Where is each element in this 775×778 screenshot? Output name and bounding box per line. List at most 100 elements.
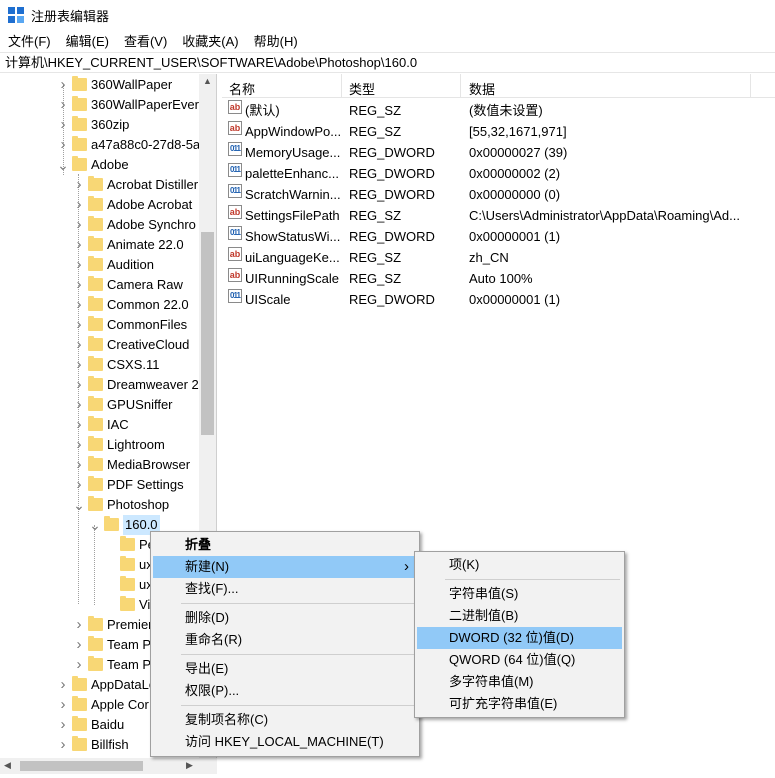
tree-item[interactable]: › 360WallPaper bbox=[0, 75, 216, 95]
tree-item[interactable]: › Adobe Synchro bbox=[0, 215, 216, 235]
value-row[interactable]: ab AppWindowPo... REG_SZ [55,32,1671,971] bbox=[222, 121, 775, 142]
chevron-right-icon[interactable]: › bbox=[72, 435, 86, 455]
menu-item[interactable]: 多字符串值(M) bbox=[417, 671, 622, 693]
menu-item[interactable]: 访问 HKEY_LOCAL_MACHINE(T) bbox=[153, 731, 417, 753]
scroll-up-icon[interactable]: ▲ bbox=[203, 76, 212, 86]
chevron-right-icon[interactable]: › bbox=[72, 415, 86, 435]
chevron-right-icon[interactable]: › bbox=[56, 675, 70, 695]
chevron-right-icon[interactable]: › bbox=[72, 475, 86, 495]
menu-item[interactable]: 可扩充字符串值(E) bbox=[417, 693, 622, 715]
chevron-right-icon[interactable]: › bbox=[72, 315, 86, 335]
tree-item[interactable]: › IAC bbox=[0, 415, 216, 435]
tree-item[interactable]: › MediaBrowser bbox=[0, 455, 216, 475]
tree-item[interactable]: › GPUSniffer bbox=[0, 395, 216, 415]
tree-item[interactable]: › Adobe Acrobat bbox=[0, 195, 216, 215]
chevron-down-icon[interactable]: ⌄ bbox=[72, 495, 86, 515]
value-row[interactable]: 011 ScratchWarnin... REG_DWORD 0x00000000 (… bbox=[222, 184, 775, 205]
chevron-down-icon[interactable]: ⌄ bbox=[56, 155, 70, 175]
chevron-right-icon[interactable]: › bbox=[72, 255, 86, 275]
chevron-right-icon[interactable]: › bbox=[72, 275, 86, 295]
folder-icon bbox=[72, 116, 87, 131]
chevron-down-icon[interactable]: ⌄ bbox=[88, 515, 102, 535]
tree-item[interactable]: › CreativeCloud bbox=[0, 335, 216, 355]
tree-item[interactable]: › 360zip bbox=[0, 115, 216, 135]
menu-edit[interactable]: 编辑(E) bbox=[66, 31, 109, 50]
value-row[interactable]: 011 UIScale REG_DWORD 0x00000001 (1) bbox=[222, 289, 775, 310]
binary-value-icon: 011 bbox=[228, 184, 242, 198]
scroll-right-icon[interactable]: ▶ bbox=[186, 760, 193, 771]
scroll-thumb[interactable] bbox=[201, 232, 214, 435]
tree-item[interactable]: › PDF Settings bbox=[0, 475, 216, 495]
value-row[interactable]: ab (默认) REG_SZ (数值未设置) bbox=[222, 100, 775, 121]
value-row[interactable]: ab UIRunningScale REG_SZ Auto 100% bbox=[222, 268, 775, 289]
tree-item[interactable]: › Audition bbox=[0, 255, 216, 275]
tree-item[interactable]: › 360WallPaperEver bbox=[0, 95, 216, 115]
menu-item[interactable]: 重命名(R) bbox=[153, 629, 417, 651]
tree-item[interactable]: › Animate 22.0 bbox=[0, 235, 216, 255]
tree-item[interactable]: › Camera Raw bbox=[0, 275, 216, 295]
folder-icon bbox=[88, 236, 103, 251]
menu-item[interactable]: 二进制值(B) bbox=[417, 605, 622, 627]
menu-item[interactable]: 字符串值(S) bbox=[417, 583, 622, 605]
menu-item[interactable]: 项(K) bbox=[417, 554, 622, 576]
chevron-right-icon[interactable]: › bbox=[72, 615, 86, 635]
chevron-right-icon[interactable]: › bbox=[56, 135, 70, 155]
chevron-right-icon[interactable]: › bbox=[56, 95, 70, 115]
chevron-right-icon[interactable]: › bbox=[56, 695, 70, 715]
chevron-right-icon[interactable]: › bbox=[56, 715, 70, 735]
value-row[interactable]: 011 ShowStatusWi... REG_DWORD 0x00000001 (1… bbox=[222, 226, 775, 247]
tree-item[interactable]: › CommonFiles bbox=[0, 315, 216, 335]
value-row[interactable]: 011 MemoryUsage... REG_DWORD 0x00000027 (39… bbox=[222, 142, 775, 163]
chevron-right-icon[interactable]: › bbox=[72, 295, 86, 315]
scroll-thumb[interactable] bbox=[20, 761, 143, 771]
chevron-right-icon[interactable]: › bbox=[72, 175, 86, 195]
chevron-right-icon[interactable]: › bbox=[72, 215, 86, 235]
menu-favorites[interactable]: 收藏夹(A) bbox=[182, 31, 238, 50]
menu-help[interactable]: 帮助(H) bbox=[254, 31, 298, 50]
chevron-right-icon[interactable]: › bbox=[72, 455, 86, 475]
menu-item[interactable]: 导出(E) bbox=[153, 658, 417, 680]
chevron-right-icon[interactable]: › bbox=[72, 235, 86, 255]
tree-item[interactable]: › Common 22.0 bbox=[0, 295, 216, 315]
value-row[interactable]: 011 paletteEnhanc... REG_DWORD 0x00000002 (… bbox=[222, 163, 775, 184]
chevron-right-icon[interactable]: › bbox=[72, 635, 86, 655]
menu-item[interactable]: 折叠 bbox=[153, 534, 417, 556]
folder-icon bbox=[88, 176, 103, 191]
menu-item[interactable]: 复制项名称(C) bbox=[153, 709, 417, 731]
tree-item[interactable]: › Lightroom bbox=[0, 435, 216, 455]
menu-item[interactable]: 新建(N) › bbox=[153, 556, 417, 578]
chevron-right-icon[interactable]: › bbox=[72, 335, 86, 355]
tree-item[interactable]: › Acrobat Distiller bbox=[0, 175, 216, 195]
scroll-left-icon[interactable]: ◀ bbox=[4, 760, 11, 771]
tree-item[interactable]: › CSXS.11 bbox=[0, 355, 216, 375]
column-name-header[interactable]: 名称 bbox=[229, 79, 255, 98]
chevron-right-icon[interactable]: › bbox=[56, 735, 70, 755]
tree-item[interactable]: › a47a88c0-27d8-5a bbox=[0, 135, 216, 155]
value-row[interactable]: ab uiLanguageKe... REG_SZ zh_CN bbox=[222, 247, 775, 268]
chevron-right-icon[interactable]: › bbox=[72, 375, 86, 395]
menu-item[interactable]: 删除(D) bbox=[153, 607, 417, 629]
tree-horizontal-scrollbar[interactable]: ◀ ▶ bbox=[0, 758, 217, 774]
chevron-right-icon[interactable]: › bbox=[56, 75, 70, 95]
menu-file[interactable]: 文件(F) bbox=[8, 31, 51, 50]
menu-item[interactable]: DWORD (32 位)值(D) bbox=[417, 627, 622, 649]
value-name: (默认) bbox=[245, 103, 280, 118]
menu-item[interactable]: QWORD (64 位)值(Q) bbox=[417, 649, 622, 671]
tree-item[interactable]: › Dreamweaver 2 bbox=[0, 375, 216, 395]
chevron-right-icon[interactable]: › bbox=[56, 115, 70, 135]
chevron-right-icon[interactable]: › bbox=[72, 355, 86, 375]
chevron-right-icon[interactable]: › bbox=[72, 395, 86, 415]
string-value-icon: ab bbox=[228, 205, 242, 219]
chevron-right-icon[interactable]: › bbox=[72, 195, 86, 215]
address-bar[interactable]: 计算机\HKEY_CURRENT_USER\SOFTWARE\Adobe\Pho… bbox=[0, 52, 775, 73]
tree-item[interactable]: ⌄ Photoshop bbox=[0, 495, 216, 515]
column-type-header[interactable]: 类型 bbox=[349, 79, 375, 98]
menu-item[interactable]: 查找(F)... bbox=[153, 578, 417, 600]
menu-item[interactable]: 权限(P)... bbox=[153, 680, 417, 702]
column-data-header[interactable]: 数据 bbox=[469, 79, 495, 98]
menu-view[interactable]: 查看(V) bbox=[124, 31, 167, 50]
value-row[interactable]: ab SettingsFilePath REG_SZ C:\Users\Adminis… bbox=[222, 205, 775, 226]
chevron-right-icon[interactable]: › bbox=[72, 655, 86, 675]
folder-icon bbox=[88, 376, 103, 391]
tree-item[interactable]: ⌄ Adobe bbox=[0, 155, 216, 175]
